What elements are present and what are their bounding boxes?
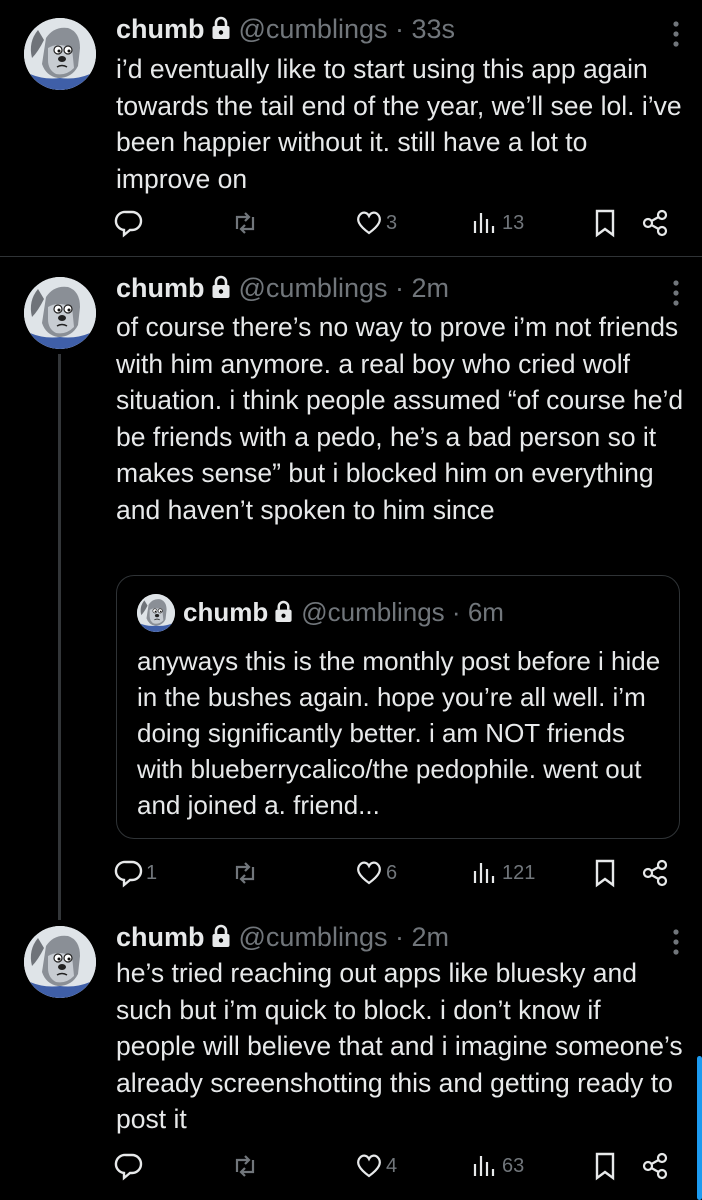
timestamp[interactable]: 2m xyxy=(412,922,450,952)
post-1[interactable]: chumb @cumblings · 33s i’d eventually lik… xyxy=(0,0,702,257)
repost-icon xyxy=(235,212,255,234)
separator-dot: · xyxy=(395,14,404,44)
avatar[interactable] xyxy=(24,277,96,349)
quoted-post[interactable]: chumb @cumblings · 6m anyways this is the… xyxy=(116,575,680,839)
display-name[interactable]: chumb xyxy=(116,14,205,44)
views-count: 121 xyxy=(502,861,536,884)
quoted-text: anyways this is the monthly post before … xyxy=(137,646,661,820)
bookmark-icon xyxy=(595,209,615,238)
lock-icon xyxy=(211,275,231,305)
avatar[interactable] xyxy=(24,926,96,998)
reply-icon xyxy=(114,860,143,888)
like-count: 6 xyxy=(386,861,398,884)
separator-dot: · xyxy=(395,922,404,952)
username-handle[interactable]: @cumblings xyxy=(239,922,388,952)
heart-icon xyxy=(357,1154,381,1178)
username-handle[interactable]: @cumblings xyxy=(239,14,388,44)
repost-icon xyxy=(235,862,255,884)
timestamp[interactable]: 2m xyxy=(412,273,450,303)
lock-icon xyxy=(274,599,293,629)
more-icon[interactable] xyxy=(672,20,680,53)
post-text: i’d eventually like to start using this … xyxy=(116,54,682,194)
separator-dot: · xyxy=(451,597,461,627)
post-text: he’s tried reaching out apps like bluesk… xyxy=(116,958,683,1134)
avatar[interactable] xyxy=(24,18,96,90)
bookmark-icon xyxy=(595,1152,615,1181)
lock-icon xyxy=(211,16,231,46)
action-bar: 1 6 121 xyxy=(110,858,680,892)
display-name[interactable]: chumb xyxy=(116,273,205,303)
like-button[interactable]: 6 xyxy=(354,858,397,888)
bookmark-button[interactable] xyxy=(592,858,618,888)
repost-icon xyxy=(235,1155,255,1177)
action-bar: 3 13 xyxy=(110,208,680,242)
scrollbar[interactable] xyxy=(697,1056,702,1200)
quoted-timestamp: 6m xyxy=(467,597,504,627)
post-3[interactable]: chumb @cumblings · 2m he’s tried reaching… xyxy=(0,908,702,1200)
separator-dot: · xyxy=(395,273,404,303)
reply-button[interactable] xyxy=(114,1151,146,1181)
repost-button[interactable] xyxy=(230,208,262,238)
views-button[interactable]: 13 xyxy=(470,208,524,238)
views-button[interactable]: 63 xyxy=(470,1151,524,1181)
lock-icon xyxy=(211,924,231,954)
share-button[interactable] xyxy=(640,208,670,238)
post-text: of course there’s no way to prove i’m no… xyxy=(116,312,684,525)
post-header: chumb @cumblings · 2m xyxy=(116,273,449,305)
quoted-avatar xyxy=(137,594,175,632)
views-count: 13 xyxy=(502,211,525,234)
heart-icon xyxy=(357,861,381,885)
like-button[interactable]: 4 xyxy=(354,1151,397,1181)
bookmark-icon xyxy=(595,859,615,888)
repost-button[interactable] xyxy=(230,858,262,888)
views-icon xyxy=(473,863,495,883)
quoted-header: chumb @cumblings · 6m xyxy=(183,597,504,629)
heart-icon xyxy=(357,211,381,235)
views-icon xyxy=(473,213,495,233)
post-header: chumb @cumblings · 33s xyxy=(116,14,455,46)
username-handle[interactable]: @cumblings xyxy=(239,273,388,303)
bookmark-button[interactable] xyxy=(592,1151,618,1181)
reply-icon xyxy=(114,210,143,238)
like-count: 4 xyxy=(386,1154,398,1177)
more-icon[interactable] xyxy=(672,279,680,312)
share-icon xyxy=(642,1152,668,1180)
views-icon xyxy=(473,1156,495,1176)
share-icon xyxy=(642,859,668,887)
like-count: 3 xyxy=(386,211,398,234)
like-button[interactable]: 3 xyxy=(354,208,397,238)
share-icon xyxy=(642,209,668,237)
share-button[interactable] xyxy=(640,858,670,888)
reply-icon xyxy=(114,1153,143,1181)
post-header: chumb @cumblings · 2m xyxy=(116,922,449,954)
reply-button[interactable]: 1 xyxy=(114,858,157,888)
reply-button[interactable] xyxy=(114,208,146,238)
repost-button[interactable] xyxy=(230,1151,262,1181)
bookmark-button[interactable] xyxy=(592,208,618,238)
quoted-display-name: chumb xyxy=(183,597,269,627)
reply-count: 1 xyxy=(146,861,158,884)
action-bar: 4 63 xyxy=(110,1151,680,1185)
post-2[interactable]: chumb @cumblings · 2m of course there’s n… xyxy=(0,257,702,907)
share-button[interactable] xyxy=(640,1151,670,1181)
quoted-handle: @cumblings xyxy=(301,597,445,627)
views-button[interactable]: 121 xyxy=(470,858,535,888)
views-count: 63 xyxy=(502,1154,525,1177)
display-name[interactable]: chumb xyxy=(116,922,205,952)
timestamp[interactable]: 33s xyxy=(412,14,456,44)
